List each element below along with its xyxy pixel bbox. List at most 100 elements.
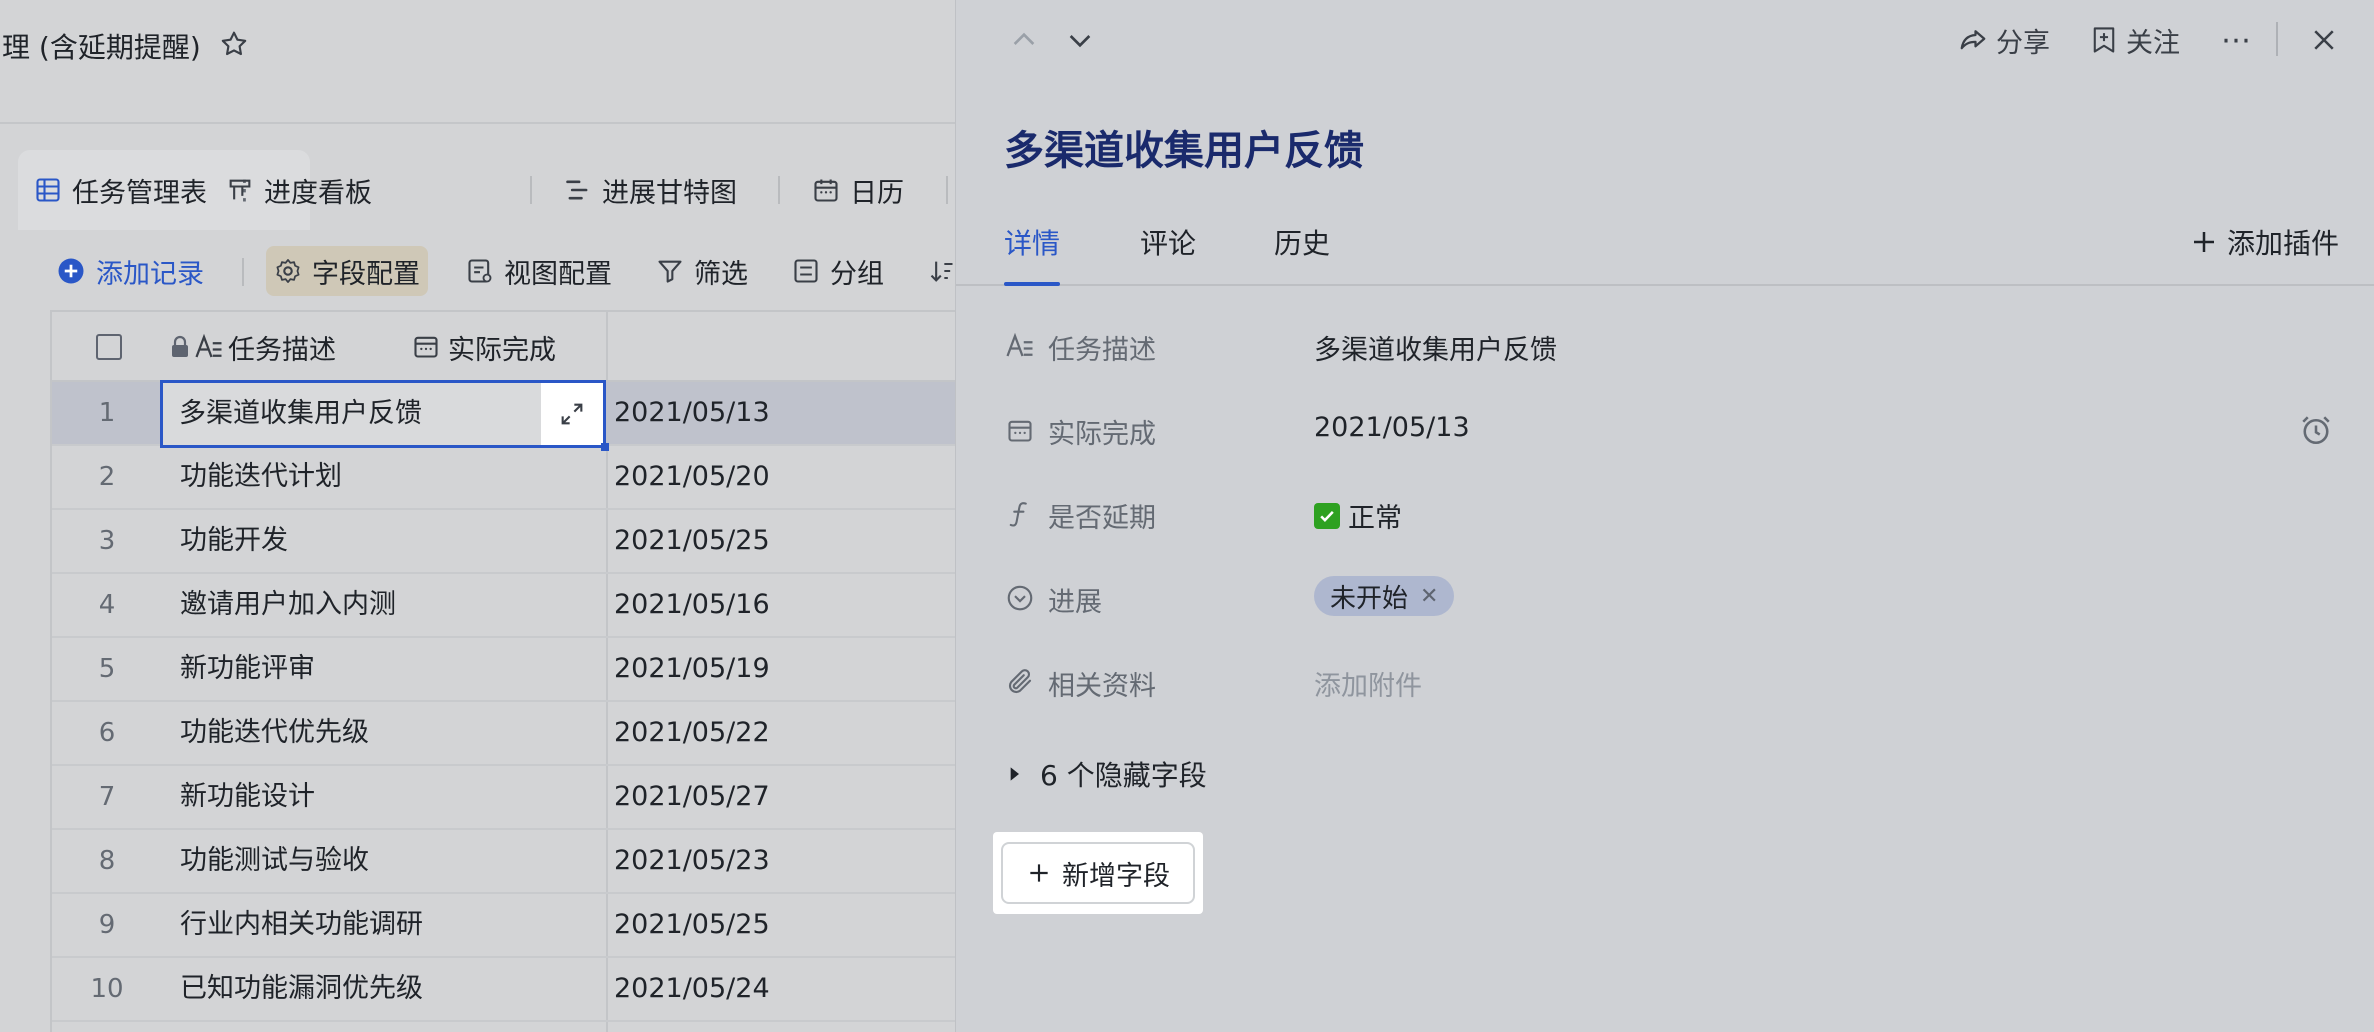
chip-remove-icon[interactable]: ✕: [1420, 584, 1438, 609]
row-task[interactable]: 功能测试与验收: [180, 830, 369, 892]
row-date[interactable]: 2021/05/24: [614, 958, 770, 1020]
row-date[interactable]: 2021/05/19: [614, 638, 770, 700]
alarm-clock-icon[interactable]: [2298, 412, 2334, 448]
filter-icon: [658, 260, 682, 283]
view-config-button[interactable]: 视图配置: [466, 246, 612, 296]
tab-task-table[interactable]: 任务管理表 ⋮: [34, 172, 258, 209]
table-row[interactable]: 8 功能测试与验收 2021/05/23: [52, 830, 962, 894]
row-number: 4: [98, 590, 116, 620]
date-value[interactable]: 2021/05/13: [1314, 412, 1470, 443]
more-icon[interactable]: ⋯: [2216, 20, 2256, 60]
column-header-actual-done[interactable]: 实际完成: [448, 328, 556, 367]
select-all-checkbox[interactable]: [96, 334, 122, 360]
sort-icon: [930, 261, 953, 282]
view-config-label: 视图配置: [504, 258, 612, 290]
row-date[interactable]: 2021/05/25: [614, 894, 770, 956]
add-attachment-link[interactable]: 添加附件: [1314, 664, 1422, 703]
add-record-label: 添加记录: [96, 258, 204, 290]
filter-button[interactable]: 筛选: [656, 246, 748, 296]
tab-calendar[interactable]: 日历: [812, 172, 904, 209]
status-text: 正常: [1348, 503, 1402, 534]
star-icon[interactable]: [218, 28, 250, 60]
selected-cell[interactable]: 多渠道收集用户反馈: [160, 380, 609, 451]
row-task[interactable]: 功能迭代计划: [180, 446, 342, 508]
field-label: 任务描述: [1048, 335, 1156, 366]
table-row[interactable]: 2 功能迭代计划 2021/05/20: [52, 446, 962, 510]
row-number: 7: [98, 782, 116, 812]
field-label: 相关资料: [1048, 671, 1156, 702]
field-actual-done: 实际完成 2021/05/13: [1004, 400, 2334, 460]
column-header-task[interactable]: 任务描述: [228, 328, 336, 367]
row-task[interactable]: 行业内相关功能调研: [180, 894, 423, 956]
close-button[interactable]: [2304, 20, 2344, 60]
row-number: 8: [98, 846, 116, 876]
hidden-fields-label: 6 个隐藏字段: [1040, 759, 1207, 792]
row-task[interactable]: 功能迭代优先级: [180, 702, 369, 764]
status-chip[interactable]: 未开始 ✕: [1314, 576, 1455, 616]
sort-button[interactable]: [928, 246, 956, 296]
row-date[interactable]: 2021/05/22: [614, 702, 770, 764]
progress-select[interactable]: 未开始 ✕: [1314, 576, 1455, 616]
field-value-input[interactable]: 多渠道收集用户反馈: [1314, 328, 1557, 367]
hidden-fields-toggle[interactable]: 6 个隐藏字段: [1004, 752, 1207, 796]
tab-divider: [946, 176, 948, 204]
tab-details[interactable]: 详情: [1004, 222, 1060, 262]
text-field-icon: [1004, 330, 1036, 362]
kanban-icon: [229, 179, 251, 200]
plus-circle-icon: [58, 258, 84, 284]
data-grid: 任务描述 实际完成 1 2021/05/13 多渠道收集用户反馈 2 功能迭代计…: [50, 310, 962, 1032]
new-field-button[interactable]: 新增字段: [1001, 842, 1195, 904]
group-button[interactable]: 分组: [792, 246, 884, 296]
field-progress: 进展 未开始 ✕: [1004, 568, 2334, 628]
row-date[interactable]: 2021/05/25: [614, 510, 770, 572]
field-attachments: 相关资料 添加附件: [1004, 652, 2334, 712]
add-record-button[interactable]: 添加记录: [56, 246, 204, 296]
formula-icon: [1004, 498, 1036, 530]
row-date[interactable]: 2021/05/23: [614, 830, 770, 892]
row-task[interactable]: 邀请用户加入内测: [180, 574, 396, 636]
next-record-button[interactable]: [1060, 20, 1100, 60]
table-row[interactable]: 4 邀请用户加入内测 2021/05/16: [52, 574, 962, 638]
tab-kanban[interactable]: 进度看板: [226, 172, 372, 209]
gantt-icon: [566, 180, 588, 200]
prev-record-button[interactable]: [1004, 20, 1044, 60]
table-row[interactable]: 7 新功能设计 2021/05/27: [52, 766, 962, 830]
close-icon: [2314, 30, 2334, 50]
tab-history[interactable]: 历史: [1274, 222, 1330, 262]
tab-label: 进度看板: [264, 177, 372, 209]
table-row[interactable]: 3 功能开发 2021/05/25: [52, 510, 962, 574]
row-date[interactable]: 2021/05/16: [614, 574, 770, 636]
row-task[interactable]: 新功能设计: [180, 766, 315, 828]
share-button[interactable]: 分享: [1958, 20, 2050, 60]
field-label: 实际完成: [1048, 419, 1156, 450]
doc-title: 理 (含延期提醒): [2, 31, 201, 64]
row-task[interactable]: 新功能评审: [180, 638, 315, 700]
row-task[interactable]: 功能开发: [180, 510, 288, 572]
follow-button[interactable]: 关注: [2090, 20, 2180, 60]
add-plugin-button[interactable]: 添加插件: [2189, 222, 2339, 262]
tab-gantt[interactable]: 进展甘特图: [564, 172, 737, 209]
tab-comments[interactable]: 评论: [1140, 222, 1196, 262]
table-row[interactable]: 6 功能迭代优先级 2021/05/22: [52, 702, 962, 766]
table-row[interactable]: 5 新功能评审 2021/05/19: [52, 638, 962, 702]
view-settings-icon: [468, 259, 492, 283]
expand-record-button[interactable]: [541, 383, 603, 445]
row-date[interactable]: 2021/05/20: [614, 446, 770, 508]
row-number: 6: [98, 718, 116, 748]
row-task[interactable]: 已知功能漏洞优先级: [180, 958, 423, 1020]
active-tab-indicator: [1004, 282, 1060, 286]
row-number: 5: [98, 654, 116, 684]
plus-icon: [1030, 864, 1048, 882]
tab-label: 日历: [850, 177, 904, 209]
row-date[interactable]: 2021/05/13: [614, 382, 770, 444]
plus-icon: [2193, 232, 2214, 252]
field-config-button[interactable]: 字段配置: [266, 246, 428, 296]
tab-divider: [530, 176, 532, 204]
date-field-icon: [1004, 414, 1036, 446]
expand-icon: [561, 403, 583, 425]
table-row[interactable]: 9 行业内相关功能调研 2021/05/25: [52, 894, 962, 958]
table-row[interactable]: 10 已知功能漏洞优先级 2021/05/24: [52, 958, 962, 1022]
row-date[interactable]: 2021/05/27: [614, 766, 770, 828]
grid-table-icon: [36, 178, 60, 202]
tab-divider: [778, 176, 780, 204]
